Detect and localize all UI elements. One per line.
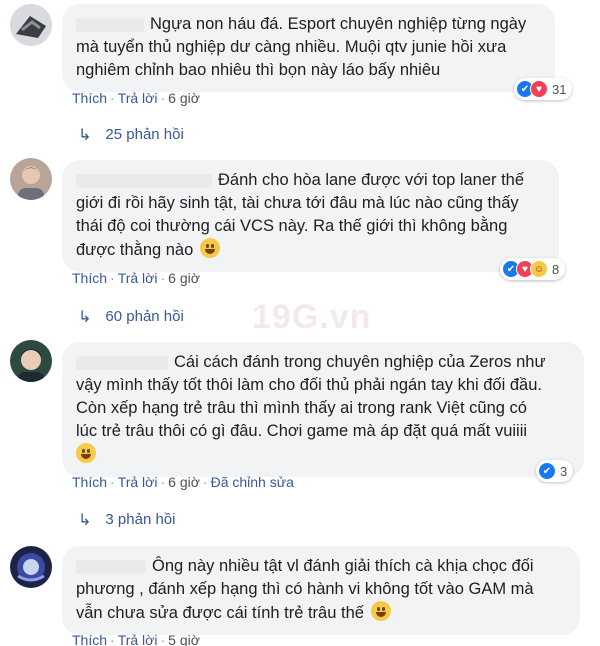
reaction-summary[interactable]: ✔ ♥ ☺ 8 <box>500 258 566 280</box>
watermark: 19G.vn <box>252 298 372 336</box>
comment-text-line: mà tuyển thủ nghiệp dư càng nhiều. Muội … <box>76 38 507 56</box>
view-replies-button[interactable]: ↳ 3 phản hồi <box>78 510 175 529</box>
comment-actions: Thích · Trả lời · 5 giờ <box>72 632 200 646</box>
redacted-username[interactable] <box>76 173 212 188</box>
comment-text-line: Ông này nhiều tật vl đánh giải thích cà … <box>152 557 534 575</box>
comment-text-line: thái độ coi thường cái VCS này. Ra thế g… <box>76 217 508 235</box>
timestamp[interactable]: 5 giờ <box>168 632 200 646</box>
comment-bubble: Ông này nhiều tật vl đánh giải thích cà … <box>62 546 580 635</box>
view-replies-button[interactable]: ↳ 60 phản hồi <box>78 307 184 326</box>
smile-emoji-icon <box>199 238 220 258</box>
laugh-emoji-icon <box>76 443 96 463</box>
comment-text-line: Còn xếp hạng trẻ trâu thì mình thấy ai t… <box>76 399 527 417</box>
comment-actions: Thích · Trả lời · 6 giờ <box>72 90 200 106</box>
comment-text-line: vẫn chưa sửa được cái tính trẻ trâu thế <box>76 604 364 622</box>
comment-text-line: Cái cách đánh trong chuyên nghiệp của Ze… <box>174 353 546 371</box>
replies-count: 60 phản hồi <box>105 308 184 325</box>
comment-text-line: Ngựa non háu đá. Esport chuyên nghiệp từ… <box>150 15 527 33</box>
replies-count: 3 phản hồi <box>105 511 176 528</box>
reaction-count: 8 <box>552 261 560 277</box>
reply-link[interactable]: Trả lời <box>118 90 158 106</box>
comment-actions: Thích · Trả lời · 6 giờ <box>72 270 200 286</box>
like-link[interactable]: Thích <box>72 632 107 646</box>
reply-link[interactable]: Trả lời <box>118 632 158 646</box>
comment-text-line: vậy mình thấy tốt thôi làm cho đối thủ p… <box>76 376 542 394</box>
comment-bubble: Ngựa non háu đá. Esport chuyên nghiệp từ… <box>62 4 555 92</box>
comment-text-line: Đánh cho hòa lane được với top laner thế <box>218 171 525 189</box>
comment-actions: Thích · Trả lời · 6 giờ · Đã chỉnh sửa <box>72 474 294 490</box>
reply-arrow-icon: ↳ <box>78 125 92 144</box>
comment-text-line: phương , đánh xếp hạng thì có hành vi kh… <box>76 580 534 598</box>
reply-link[interactable]: Trả lời <box>118 270 158 286</box>
like-reaction-icon: ✔ <box>538 462 556 480</box>
edited-link[interactable]: Đã chỉnh sửa <box>211 474 294 490</box>
like-link[interactable]: Thích <box>72 270 107 286</box>
comment-text-line: nghiêm chỉnh bao nhiêu thì bọn này láo b… <box>76 61 441 79</box>
reply-link[interactable]: Trả lời <box>118 474 158 490</box>
reaction-summary[interactable]: ✔ 3 <box>536 460 574 482</box>
avatar[interactable] <box>10 4 52 46</box>
avatar[interactable] <box>10 158 52 200</box>
comment-text-line: được thằng nào <box>76 241 194 259</box>
comment-bubble: Cái cách đánh trong chuyên nghiệp của Ze… <box>62 342 584 477</box>
reply-arrow-icon: ↳ <box>78 510 92 529</box>
reply-arrow-icon: ↳ <box>78 307 92 326</box>
avatar[interactable] <box>10 546 52 588</box>
like-link[interactable]: Thích <box>72 90 107 106</box>
redacted-username[interactable] <box>76 355 168 370</box>
timestamp[interactable]: 6 giờ <box>168 474 200 490</box>
avatar[interactable] <box>10 340 52 382</box>
timestamp[interactable]: 6 giờ <box>168 270 200 286</box>
comment-bubble: Đánh cho hòa lane được với top laner thế… <box>62 160 559 272</box>
redacted-username[interactable] <box>76 559 146 574</box>
like-link[interactable]: Thích <box>72 474 107 490</box>
comment-text-line: giới đi rồi hãy sinh tật, tài chưa tới đ… <box>76 194 519 212</box>
love-reaction-icon: ♥ <box>530 80 548 98</box>
view-replies-button[interactable]: ↳ 25 phản hồi <box>78 125 184 144</box>
laugh-emoji-icon <box>370 601 391 621</box>
reaction-count: 3 <box>560 463 568 479</box>
timestamp[interactable]: 6 giờ <box>168 90 200 106</box>
haha-reaction-icon: ☺ <box>530 260 548 278</box>
replies-count: 25 phản hồi <box>105 126 184 143</box>
reaction-summary[interactable]: ✔ ♥ 31 <box>514 78 573 100</box>
redacted-username[interactable] <box>76 17 144 32</box>
comment-text-line: lúc trẻ trâu thôi có gì đâu. Chơi game m… <box>76 422 528 440</box>
reaction-count: 31 <box>552 81 567 97</box>
